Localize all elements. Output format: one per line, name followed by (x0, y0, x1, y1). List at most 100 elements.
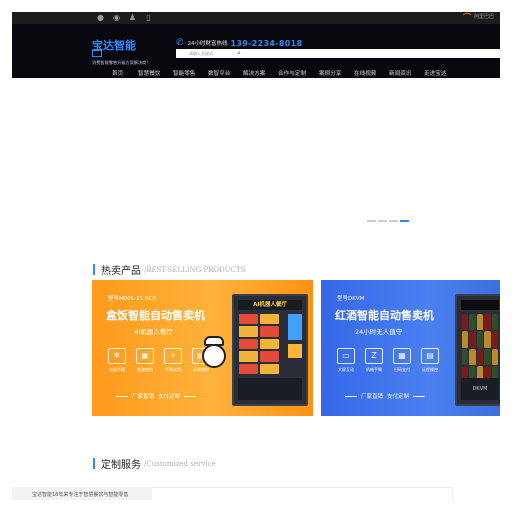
machine-panel (288, 344, 302, 358)
product-tags: 厂家直销 支付定制 (116, 392, 197, 400)
alibaba-logo-icon: ⌒ (462, 13, 471, 22)
qr-scan-icon: ▦ (393, 348, 411, 364)
nav-item-news[interactable]: 新闻资讯 (389, 69, 411, 80)
product-subtitle: 24小时无人值守 (355, 328, 403, 336)
feature-label: 快速冷藏 (109, 367, 125, 372)
tag-divider (116, 395, 128, 397)
phone-icon: ✆ (176, 38, 184, 48)
machine-brand: DKVM (461, 378, 499, 400)
top-bar: ● ◉ ♟ ▯ ⌒ 阿里巴巴 (12, 12, 500, 24)
section-title-hot: 热卖产品 /BEST-SELLING PRODUCTS (93, 262, 246, 277)
feature-item: Z 机械手臂 (363, 348, 385, 373)
clean-icon: ✧ (164, 348, 182, 364)
search-icon[interactable]: ⌕ (233, 49, 245, 58)
section-title-cn: 定制服务 (101, 460, 141, 471)
alibaba-link[interactable]: ⌒ 阿里巴巴 (463, 13, 494, 22)
weibo-icon[interactable]: ◉ (112, 13, 121, 22)
nav-item-smart-catering[interactable]: 智慧餐饮 (138, 69, 160, 80)
microwave-icon: ▣ (136, 348, 154, 364)
product-title: 盒饭智能自动售卖机 (106, 309, 205, 322)
nav-item-data-platform[interactable]: 数智平台 (208, 69, 230, 80)
nav-item-home[interactable]: 首页 (112, 69, 123, 80)
intro-tab[interactable]: 宝达智能18年来专注于智慧餐饮与智能零售 (12, 487, 152, 500)
robot-arm-icon: Z (365, 348, 383, 364)
machine-shelves (239, 314, 279, 374)
intro-text: 宝达智能18年来专注于智慧餐饮与智能零售 (32, 492, 129, 498)
machine-sign (461, 300, 499, 310)
nav-item-videos[interactable]: 在线视频 (354, 69, 376, 80)
feature-label: 不锈洁净 (165, 367, 181, 372)
feature-label: 大屏互动 (338, 367, 354, 372)
product-subtitle: AI机器人餐厅 (134, 328, 173, 336)
main-nav: 首页 智慧餐饮 智能零售 数智平台 解决方案 合作与定制 案例分享 在线视频 新… (12, 69, 500, 80)
nav-item-cases[interactable]: 案例分享 (319, 69, 341, 80)
feature-label: 扫码支付 (394, 367, 410, 372)
chef-mascot-icon (202, 344, 226, 368)
nav-item-cooperation[interactable]: 合作与定制 (278, 69, 306, 80)
divider (152, 487, 452, 488)
remote-icon: ▤ (421, 348, 439, 364)
section-title-custom: 定制服务 /Customized service (93, 456, 216, 471)
product-tag: 厂家直销 (132, 394, 155, 400)
search-input[interactable]: 请输入关键词 (189, 51, 213, 57)
banner-pagination (367, 220, 409, 222)
feature-item: ▤ 远程操控 (419, 348, 441, 373)
snowflake-icon: ❄ (108, 348, 126, 364)
product-tag: 支付定制 (158, 394, 181, 400)
banner-dot[interactable] (367, 220, 376, 222)
section-title-en: /BEST-SELLING PRODUCTS (144, 265, 246, 274)
machine-sign: AI机器人餐厅 (238, 300, 302, 310)
hotline: ✆ 24小时财富热线 139-2234-8018 (176, 38, 302, 48)
feature-label: 机械手臂 (366, 367, 382, 372)
qq-icon[interactable]: ♟ (128, 13, 137, 22)
product-card-meal-vending[interactable]: 型号M001-21.5CH 盒饭智能自动售卖机 AI机器人餐厅 ❄ 快速冷藏 ▣… (92, 280, 313, 416)
feature-item: ✧ 不锈洁净 (162, 348, 184, 373)
section-title-en: /Customized service (144, 459, 216, 468)
divider (452, 487, 453, 500)
feature-label: 远程操控 (193, 367, 209, 372)
machine-screen (288, 314, 302, 340)
wechat-icon[interactable]: ● (96, 13, 105, 22)
product-model: 型号DKVM (337, 296, 365, 302)
hotline-label: 24小时财富热线 (187, 41, 228, 47)
screen-icon: ▭ (337, 348, 355, 364)
brand-logo-mark (92, 50, 102, 57)
social-icons: ● ◉ ♟ ▯ (96, 13, 153, 22)
banner-dot[interactable] (389, 220, 398, 222)
wine-shelves (462, 314, 498, 382)
product-title: 红酒智能自动售卖机 (335, 309, 434, 322)
section-title-cn: 热卖产品 (101, 266, 141, 277)
tag-divider (345, 395, 357, 397)
page: ● ◉ ♟ ▯ ⌒ 阿里巴巴 宝达智能 消费智能零售升级方案解决商! ✆ 24小… (0, 0, 512, 512)
feature-list: ▭ 大屏互动 Z 机械手臂 ▦ 扫码支付 ▤ 远程操控 (335, 348, 441, 373)
feature-item: ❄ 快速冷藏 (106, 348, 128, 373)
feature-label: 微波加热 (137, 367, 153, 372)
feature-item: ▦ 扫码支付 (391, 348, 413, 373)
title-accent-bar (93, 458, 95, 469)
product-tag: 厂家直销 (361, 394, 384, 400)
brand-slogan: 消费智能零售升级方案解决商! (92, 60, 149, 65)
feature-item: ▣ 微波加热 (134, 348, 156, 373)
feature-label: 远程操控 (422, 367, 438, 372)
product-tags: 厂家直销 支付定制 (345, 392, 426, 400)
product-tag: 支付定制 (387, 394, 410, 400)
alibaba-label: 阿里巴巴 (473, 14, 494, 20)
mobile-icon[interactable]: ▯ (144, 13, 153, 22)
vending-machine-image: AI机器人餐厅 (232, 294, 308, 406)
search-box[interactable]: 请输入关键词 ⌕ (176, 49, 500, 58)
hotline-number: 139-2234-8018 (230, 38, 303, 48)
wine-vending-machine-image: DKVM (455, 294, 500, 406)
tag-divider (413, 395, 426, 397)
banner-dot[interactable] (378, 220, 387, 222)
nav-item-solutions[interactable]: 解决方案 (243, 69, 265, 80)
machine-base (238, 378, 302, 400)
product-card-wine-vending[interactable]: 型号DKVM 红酒智能自动售卖机 24小时无人值守 ▭ 大屏互动 Z 机械手臂 … (321, 280, 500, 416)
nav-item-smart-retail[interactable]: 智能零售 (173, 69, 195, 80)
nav-item-about[interactable]: 走进宝达 (424, 69, 446, 80)
feature-item: ▭ 大屏互动 (335, 348, 357, 373)
banner-dot-active[interactable] (400, 220, 409, 222)
product-model: 型号M001-21.5CH (108, 296, 157, 302)
title-accent-bar (93, 264, 95, 275)
feature-list: ❄ 快速冷藏 ▣ 微波加热 ✧ 不锈洁净 ▤ 远程操控 (106, 348, 212, 373)
tag-divider (184, 395, 197, 397)
